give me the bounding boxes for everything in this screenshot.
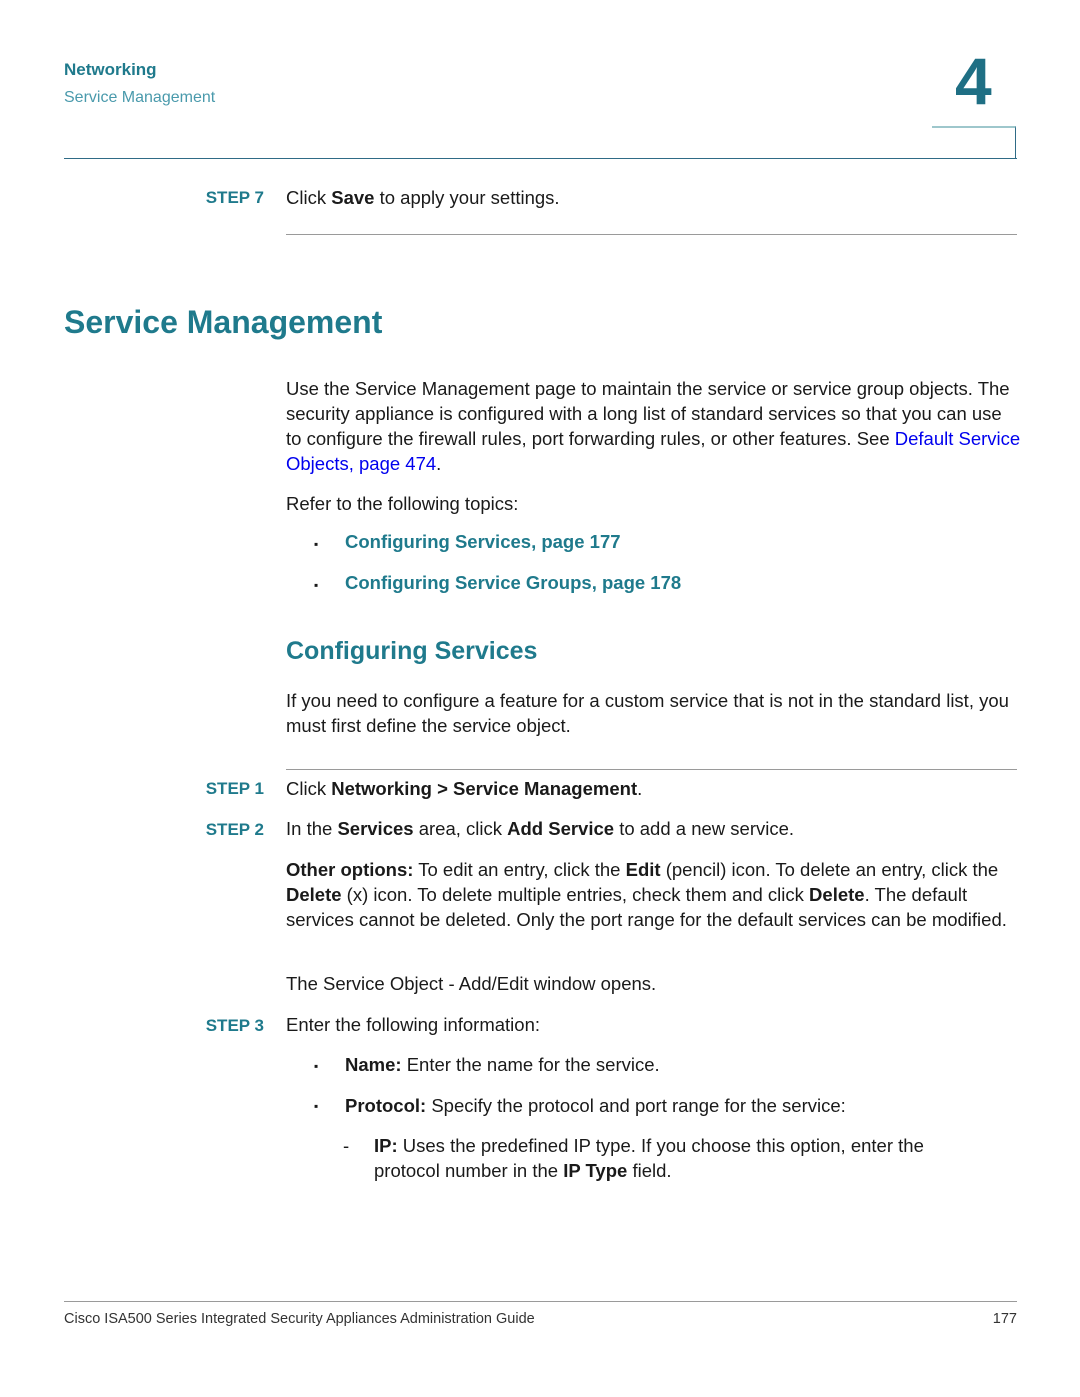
step-2-t3: to add a new service.: [614, 818, 795, 839]
intro-end: .: [436, 453, 442, 474]
bullet-icon: ▪: [314, 1099, 319, 1113]
other-options-t2: (pencil) icon. To delete an entry, click…: [660, 859, 999, 880]
step-7-post: to apply your settings.: [374, 187, 560, 208]
refer-text: Refer to the following topics:: [286, 493, 519, 514]
sub-item-ip-label: IP:: [374, 1135, 398, 1156]
other-options-b4: Delete: [809, 884, 865, 905]
step-1-bold: Networking > Service Management: [331, 778, 638, 799]
step-1-pre: Click: [286, 778, 332, 799]
step-3-text: Enter the following information:: [286, 1014, 540, 1035]
step-7-text: Click Save to apply your settings.: [286, 185, 560, 210]
footer-page-number: 177: [992, 1311, 1017, 1327]
step-7-label: STEP 7: [205, 188, 264, 207]
field-protocol-label: Protocol:: [345, 1095, 427, 1116]
page-title: Service Management: [64, 304, 383, 340]
topic-link-configuring-service-groups[interactable]: Configuring Service Groups, page 178: [345, 572, 681, 594]
step-2-label: STEP 2: [205, 820, 264, 839]
other-options-t1: To edit an entry, click the: [413, 859, 626, 880]
configuring-intro: If you need to configure a feature for a…: [286, 690, 1009, 736]
footer-divider: [64, 1301, 1017, 1302]
step-7-divider: [286, 234, 1017, 235]
field-name-item: Name: Enter the name for the service.: [345, 1052, 660, 1077]
sub-item-ip-type: IP Type: [563, 1160, 628, 1181]
steps-divider: [286, 769, 1017, 770]
chapter-tab-decoration: [932, 126, 1016, 158]
topic-link-configuring-services[interactable]: Configuring Services, page 177: [345, 531, 621, 553]
intro-paragraph: Use the Service Management page to maint…: [286, 376, 1021, 476]
step-2-b1: Services: [337, 818, 414, 839]
step-2-t1: In the: [286, 818, 338, 839]
field-protocol-text: Specify the protocol and port range for …: [426, 1095, 846, 1116]
step-7-bold: Save: [331, 187, 375, 208]
sub-item-ip-t2: field.: [627, 1160, 672, 1181]
bullet-icon: ▪: [314, 537, 319, 551]
step-1-text: Click Networking > Service Management.: [286, 776, 642, 801]
other-options-b1: Other options:: [286, 859, 414, 880]
step-2-b2: Add Service: [507, 818, 615, 839]
sub-item-ip: IP: Uses the predefined IP type. If you …: [374, 1133, 994, 1183]
step-7-pre: Click: [286, 187, 332, 208]
sub-item-dash: -: [343, 1135, 350, 1156]
field-protocol-item: Protocol: Specify the protocol and port …: [345, 1093, 846, 1118]
footer-title: Cisco ISA500 Series Integrated Security …: [64, 1311, 535, 1327]
step-2-text: In the Services area, click Add Service …: [286, 816, 794, 841]
chapter-number: 4: [955, 44, 992, 118]
bullet-icon: ▪: [314, 578, 319, 592]
header-subsection-title: Service Management: [64, 89, 216, 106]
section-heading-configuring-services: Configuring Services: [286, 637, 538, 665]
other-options-b2: Edit: [625, 859, 661, 880]
step-2-t2: area, click: [413, 818, 508, 839]
header-section-title: Networking: [64, 60, 157, 79]
window-opens-text: The Service Object - Add/Edit window ope…: [286, 973, 657, 994]
step-1-label: STEP 1: [205, 779, 264, 798]
other-options-t3: (x) icon. To delete multiple entries, ch…: [341, 884, 810, 905]
field-name-label: Name:: [345, 1054, 402, 1075]
other-options-b3: Delete: [286, 884, 342, 905]
step-1-post: .: [637, 778, 643, 799]
field-name-text: Enter the name for the service.: [401, 1054, 660, 1075]
bullet-icon: ▪: [314, 1059, 319, 1073]
header-divider: [64, 158, 1017, 159]
other-options-paragraph: Other options: To edit an entry, click t…: [286, 857, 1021, 932]
step-3-label: STEP 3: [205, 1016, 264, 1035]
